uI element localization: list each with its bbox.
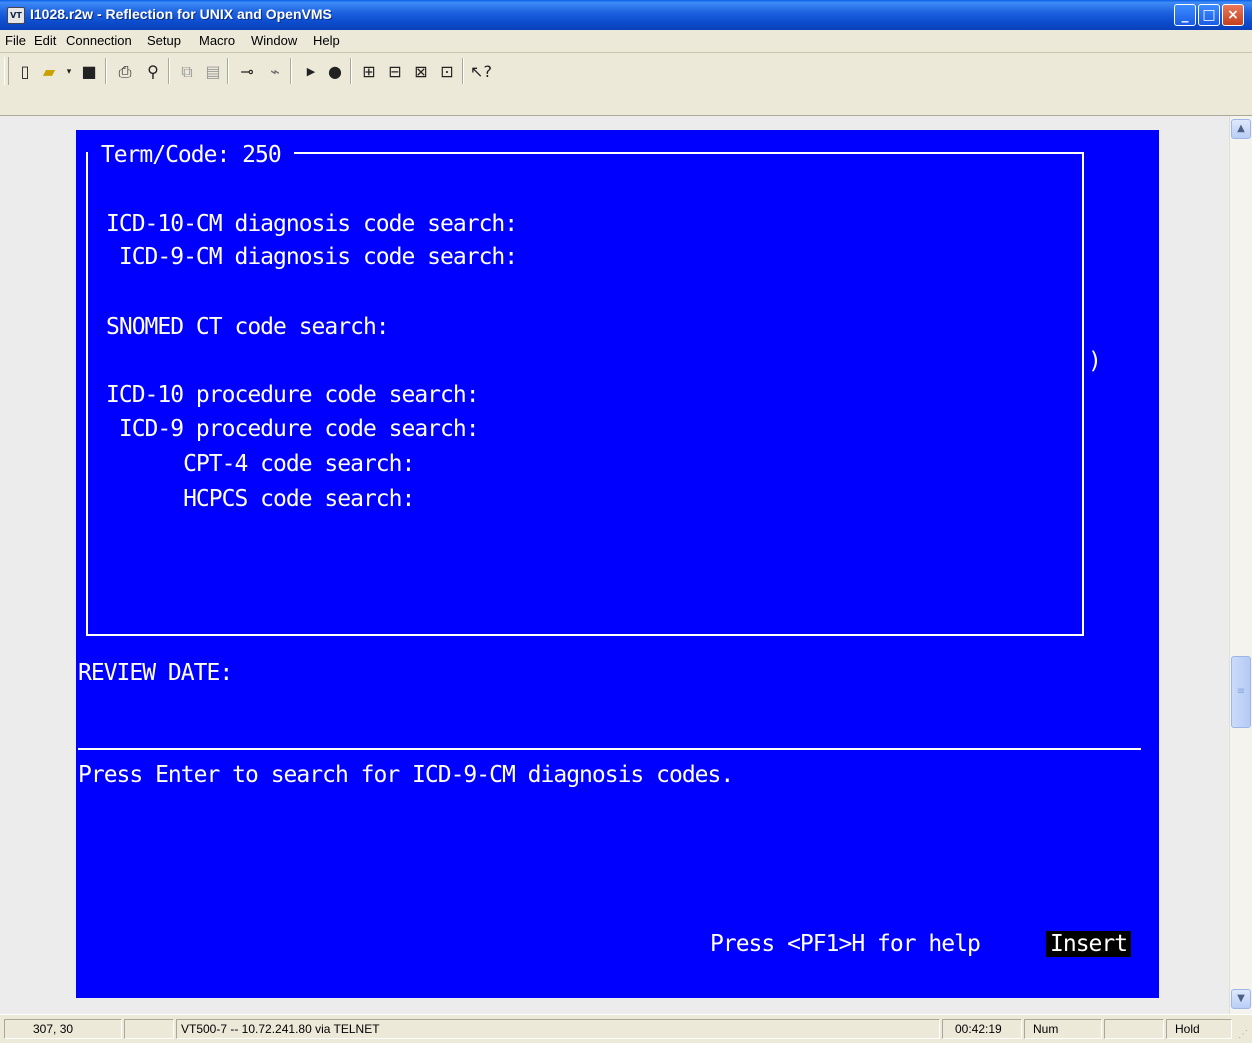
window-title: I1028.r2w - Reflection for UNIX and Open…: [30, 6, 332, 22]
toolbar-separator: [168, 58, 170, 84]
transfer-icon[interactable]: ⊠: [410, 61, 432, 83]
minimize-button[interactable]: _: [1174, 4, 1196, 26]
menu-edit[interactable]: Edit: [34, 33, 56, 48]
cpt4-search-label: CPT-4 code search:: [106, 451, 415, 477]
vertical-scrollbar[interactable]: ▲ ≡ ▼: [1229, 116, 1252, 1014]
receive-file-icon[interactable]: ⊟: [384, 61, 406, 83]
terminal-screen[interactable]: Term/Code: 250 ICD-10-CM diagnosis code …: [76, 130, 1159, 998]
review-date-label: REVIEW DATE:: [78, 660, 233, 686]
icd9-procedure-search-label: ICD-9 procedure code search:: [106, 416, 480, 442]
scroll-thumb[interactable]: ≡: [1231, 656, 1251, 728]
insert-mode-indicator: Insert: [1046, 931, 1132, 957]
connect-icon[interactable]: ⊸: [236, 61, 258, 83]
save-icon[interactable]: ■: [78, 61, 100, 83]
print-icon[interactable]: ⎙: [114, 61, 136, 83]
close-icon: ×: [1227, 7, 1239, 23]
icd10cm-search-label: ICD-10-CM diagnosis code search:: [106, 211, 518, 237]
menu-macro[interactable]: Macro: [199, 33, 235, 48]
num-lock-indicator: Num: [1024, 1019, 1102, 1039]
scroll-down-icon[interactable]: ▼: [1231, 989, 1251, 1009]
menu-file[interactable]: File: [5, 33, 26, 48]
toolbar-separator: [105, 58, 107, 84]
box-title: Term/Code: 250: [88, 142, 294, 168]
status-blank-panel-2: [1104, 1019, 1164, 1039]
close-button[interactable]: ×: [1222, 4, 1244, 26]
settings-icon[interactable]: ⊡: [436, 61, 458, 83]
closing-paren: ): [1088, 348, 1102, 374]
toolbar-grip[interactable]: [4, 57, 9, 85]
message-divider: [78, 748, 1141, 750]
menu-connection[interactable]: Connection: [66, 33, 132, 48]
copy-icon[interactable]: ⧉: [176, 61, 198, 83]
menu-bar: File Edit Connection Setup Macro Window …: [0, 30, 1252, 53]
find-icon[interactable]: ⚲: [142, 61, 164, 83]
send-file-icon[interactable]: ⊞: [358, 61, 380, 83]
hcpcs-search-label: HCPCS code search:: [106, 486, 415, 512]
maximize-button[interactable]: □: [1198, 4, 1220, 26]
context-help-icon[interactable]: ↖?: [470, 61, 492, 83]
toolbar-separator: [462, 58, 464, 84]
help-hint: Press <PF1>H for help: [710, 931, 981, 957]
menu-setup[interactable]: Setup: [147, 33, 181, 48]
maximize-icon: □: [1202, 7, 1216, 23]
scroll-up-icon[interactable]: ▲: [1231, 119, 1251, 139]
status-message: Press Enter to search for ICD-9-CM diagn…: [78, 762, 734, 788]
status-bar: 307, 30 VT500-7 -- 10.72.241.80 via TELN…: [0, 1014, 1252, 1043]
paste-icon[interactable]: ▤: [202, 61, 224, 83]
disconnect-icon[interactable]: ⌁: [264, 61, 286, 83]
open-dropdown-icon[interactable]: ▾: [58, 61, 80, 83]
snomed-search-label: SNOMED CT code search:: [106, 314, 390, 340]
toolbar-separator: [227, 58, 229, 84]
hold-indicator: Hold: [1166, 1019, 1232, 1039]
cursor-position: 307, 30: [4, 1019, 122, 1039]
toolbar: ▯ ▰ ▾ ■ ⎙ ⚲ ⧉ ▤ ⊸ ⌁ ▶ ● ⊞ ⊟ ⊠ ⊡ ↖?: [0, 53, 1252, 116]
title-bar[interactable]: VT I1028.r2w - Reflection for UNIX and O…: [0, 0, 1252, 30]
open-icon[interactable]: ▰: [38, 61, 60, 83]
menu-help[interactable]: Help: [313, 33, 340, 48]
minimize-icon: _: [1181, 7, 1189, 23]
connection-info: VT500-7 -- 10.72.241.80 via TELNET: [176, 1019, 940, 1039]
toolbar-separator: [350, 58, 352, 84]
play-macro-icon[interactable]: ▶: [300, 61, 322, 83]
icd9cm-search-label: ICD-9-CM diagnosis code search:: [106, 244, 518, 270]
app-icon[interactable]: VT: [7, 7, 25, 24]
new-icon[interactable]: ▯: [14, 61, 36, 83]
status-blank-panel: [124, 1019, 174, 1039]
toolbar-separator: [290, 58, 292, 84]
icd10-procedure-search-label: ICD-10 procedure code search:: [106, 382, 480, 408]
record-macro-icon[interactable]: ●: [324, 61, 346, 83]
session-time: 00:42:19: [942, 1019, 1022, 1039]
resize-grip-icon[interactable]: ⋰: [1238, 1029, 1250, 1041]
menu-window[interactable]: Window: [251, 33, 297, 48]
